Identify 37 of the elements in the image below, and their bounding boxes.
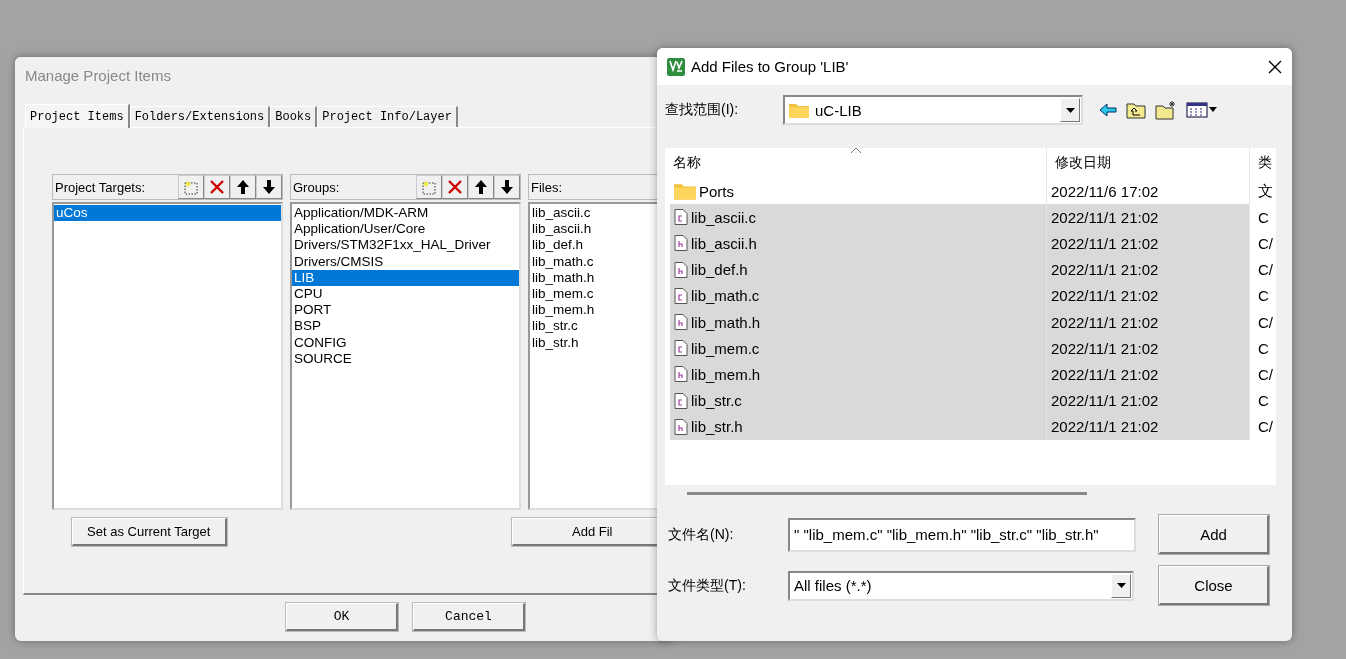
window-title: Add Files to Group 'LIB' <box>691 58 849 75</box>
file-type: C/ <box>1258 365 1273 383</box>
file-type: C/ <box>1258 418 1273 436</box>
file-name: lib_ascii.h <box>691 234 757 252</box>
file-type: C <box>1258 287 1269 305</box>
file-name: lib_math.c <box>691 287 760 305</box>
file-name: lib_mem.h <box>691 365 761 383</box>
modified-date: 2022/11/1 21:02 <box>1051 208 1159 226</box>
file-name: lib_math.h <box>691 313 761 331</box>
file-type: C/ <box>1258 234 1273 252</box>
file-name: lib_ascii.c <box>691 208 757 226</box>
modified-date: 2022/11/1 21:02 <box>1051 313 1159 331</box>
file-name: Ports <box>699 182 734 200</box>
modified-date: 2022/11/1 21:02 <box>1051 234 1159 252</box>
file-type: C/ <box>1258 261 1273 279</box>
file-type: C/ <box>1258 313 1273 331</box>
modified-date: 2022/11/1 21:02 <box>1051 365 1159 383</box>
file-type: C <box>1258 208 1269 226</box>
modified-date: 2022/11/1 21:02 <box>1051 392 1159 410</box>
look-in-label: 查找范围(I): <box>665 101 740 119</box>
file-type: 文 <box>1258 181 1273 201</box>
file-type-label: 文件类型(T): <box>668 576 747 595</box>
modified-date: 2022/11/1 21:02 <box>1051 339 1159 357</box>
modified-date: 2022/11/1 21:02 <box>1051 287 1159 305</box>
file-name: lib_mem.c <box>691 339 760 357</box>
panel-label: Files: <box>531 179 564 195</box>
modified-date: 2022/11/1 21:02 <box>1051 261 1159 279</box>
modified-date: 2022/11/1 21:02 <box>1051 418 1159 436</box>
file-type: C <box>1258 392 1269 410</box>
file-type: C <box>1258 339 1269 357</box>
panel-label: Project Targets: <box>55 179 147 195</box>
panel-label: Groups: <box>293 179 341 195</box>
file-name: lib_def.h <box>691 261 748 279</box>
file-name: lib_str.h <box>691 418 743 436</box>
file-name: lib_str.c <box>691 392 742 410</box>
window-title: Manage Project Items <box>25 67 171 84</box>
modified-date: 2022/11/6 17:02 <box>1051 182 1159 200</box>
